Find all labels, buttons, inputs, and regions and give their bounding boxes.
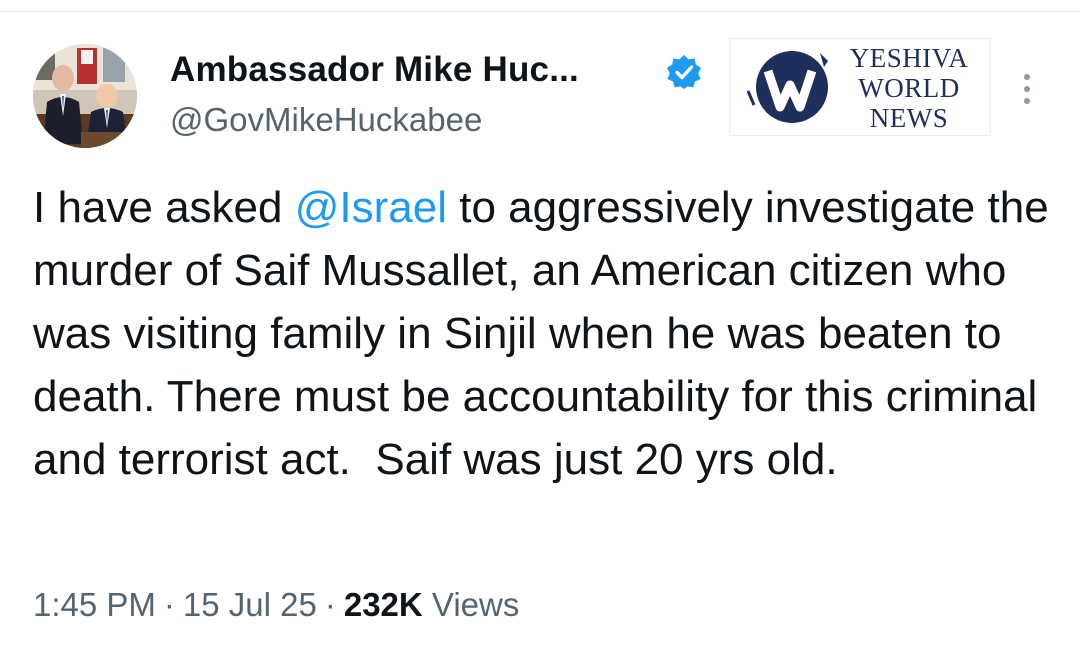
- verified-badge-icon[interactable]: [666, 54, 702, 90]
- ywn-logo-text: YESHIVA WORLD NEWS: [834, 43, 984, 133]
- logo-line-1: YESHIVA: [849, 43, 969, 73]
- avatar[interactable]: [33, 44, 137, 148]
- ywn-logo-mark-icon: [746, 51, 828, 123]
- mention-link[interactable]: @Israel: [295, 183, 447, 232]
- meta-separator: ·: [324, 586, 336, 623]
- logo-line-3: NEWS: [869, 103, 949, 133]
- tweet-time[interactable]: 1:45 PM: [33, 586, 156, 623]
- author-display-name[interactable]: Ambassador Mike Huc...: [170, 50, 579, 90]
- views-label: Views: [431, 586, 520, 623]
- views-count[interactable]: 232K: [344, 586, 423, 623]
- tweet-text-before: I have asked: [33, 183, 295, 232]
- tweet-date[interactable]: 15 Jul 25: [183, 586, 317, 623]
- tweet-meta: 1:45 PM · 15 Jul 25 · 232K Views: [33, 585, 519, 625]
- author-handle[interactable]: @GovMikeHuckabee: [170, 100, 482, 140]
- logo-line-2: WORLD: [858, 73, 960, 103]
- more-vertical-icon: [1024, 74, 1030, 104]
- meta-separator: ·: [163, 586, 175, 623]
- top-divider: [0, 0, 1080, 12]
- yeshiva-world-news-logo: YESHIVA WORLD NEWS: [729, 38, 991, 136]
- more-options-button[interactable]: [1012, 70, 1042, 110]
- tweet-text: I have asked @Israel to aggressively inv…: [33, 176, 1053, 491]
- avatar-photo: [33, 44, 137, 148]
